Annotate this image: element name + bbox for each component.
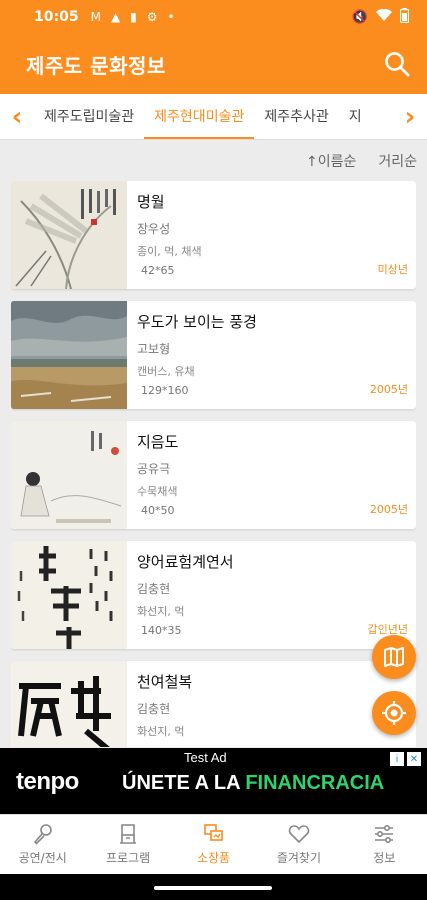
artwork-year: 2005년 xyxy=(369,383,408,396)
tab-partial[interactable]: 지 xyxy=(339,94,372,139)
nav-label: 공연/전시 xyxy=(18,851,67,865)
sort-by-distance-button[interactable]: 거리순 xyxy=(378,151,417,171)
heart-icon xyxy=(288,825,310,844)
system-navigation-bar xyxy=(0,874,427,900)
artwork-thumbnail xyxy=(11,181,127,289)
mute-icon: 🔇 xyxy=(351,9,368,25)
ad-headline: ÚNETE A LA FINANCRACIA xyxy=(122,772,384,795)
artwork-list: 명월 장우성 종이, 먹, 채색 42*65 미상년 우도가 보이는 풍경 고보… xyxy=(11,181,416,747)
artwork-material: 캔버스, 유채 xyxy=(137,365,195,378)
museum-tabs: ‹ 제주도립미술관 제주현대미술관 제주추사관 지 › xyxy=(0,94,427,140)
ad-banner[interactable]: Test Ad i ✕ tenpo ÚNETE A LA FINANCRACIA xyxy=(0,748,427,814)
artwork-thumbnail xyxy=(11,301,127,409)
artwork-info: 지음도 공유극 수묵채색 40*50 2005년 xyxy=(127,421,416,529)
artwork-size: 140*35 xyxy=(141,624,182,637)
artwork-card[interactable]: 양어료험계연서 김충현 화선지, 먹 140*35 갑인년년 xyxy=(11,541,416,649)
artwork-artist: 공유극 xyxy=(137,462,171,476)
artwork-material: 종이, 먹, 채색 xyxy=(137,245,202,258)
nav-label: 정보 xyxy=(373,851,396,865)
tab-jeju-museum-of-art[interactable]: 제주도립미술관 xyxy=(34,94,144,139)
my-location-button[interactable] xyxy=(372,691,416,735)
artwork-artist: 김충현 xyxy=(137,702,171,716)
artwork-info: 명월 장우성 종이, 먹, 채색 42*65 미상년 xyxy=(127,181,416,289)
artwork-artist: 고보형 xyxy=(137,342,171,356)
app-title: 제주도 문화정보 xyxy=(26,53,166,78)
artwork-thumbnail xyxy=(11,661,127,747)
map-icon xyxy=(384,647,404,667)
artwork-card[interactable]: 명월 장우성 종이, 먹, 채색 42*65 미상년 xyxy=(11,181,416,289)
chevron-left-icon[interactable]: ‹ xyxy=(0,94,34,139)
artwork-thumbnail xyxy=(11,421,127,529)
artwork-info: 우도가 보이는 풍경 고보형 캔버스, 유채 129*160 2005년 xyxy=(127,301,416,409)
microphone-icon xyxy=(33,824,52,845)
nav-collection[interactable]: 소장품 xyxy=(171,815,256,874)
artwork-name: 지음도 xyxy=(137,433,179,451)
artwork-material: 화선지, 먹 xyxy=(137,725,185,738)
artwork-artist: 김충현 xyxy=(137,582,171,596)
artwork-card[interactable]: 지음도 공유극 수묵채색 40*50 2005년 xyxy=(11,421,416,529)
sort-bar: ↑이름순 거리순 xyxy=(0,140,427,182)
status-bar: 10:05 M ▲ ▮ ⚙ • 🔇 xyxy=(0,0,427,34)
person-icon: ▲ xyxy=(110,10,121,24)
battery-icon xyxy=(399,7,410,27)
nav-performance-exhibition[interactable]: 공연/전시 xyxy=(0,815,85,874)
artwork-name: 양어료험계연서 xyxy=(137,553,234,571)
map-button[interactable] xyxy=(372,635,416,679)
adchoices-icon[interactable]: i ✕ xyxy=(390,752,421,766)
artwork-size: 40*50 xyxy=(141,504,175,517)
artwork-name: 명월 xyxy=(137,193,165,211)
ad-brand-logo: tenpo xyxy=(16,768,79,795)
artwork-year: 미상년 xyxy=(377,263,408,276)
wifi-icon xyxy=(376,8,392,26)
artwork-name: 천여철복 xyxy=(137,673,193,691)
nav-info[interactable]: 정보 xyxy=(342,815,427,874)
tab-jeju-museum-of-contemporary-art[interactable]: 제주현대미술관 xyxy=(144,94,255,139)
nav-favorites[interactable]: 즐겨찾기 xyxy=(256,815,341,874)
ad-headline-highlight: FINANCRACIA xyxy=(245,772,385,794)
nav-label: 즐겨찾기 xyxy=(276,851,321,865)
artwork-size: 129*160 xyxy=(141,384,189,397)
artwork-info: 양어료험계연서 김충현 화선지, 먹 140*35 갑인년년 xyxy=(127,541,416,649)
artwork-thumbnail xyxy=(11,541,127,649)
nav-label: 프로그램 xyxy=(106,851,151,865)
gmail-icon: M xyxy=(90,10,101,24)
artwork-card[interactable]: 천여철복 김충현 화선지, 먹 xyxy=(11,661,416,747)
status-time: 10:05 xyxy=(34,9,79,25)
chevron-right-icon[interactable]: › xyxy=(393,94,427,139)
dot-icon: • xyxy=(167,10,175,24)
artwork-name: 우도가 보이는 풍경 xyxy=(137,313,257,331)
sort-by-name-button[interactable]: ↑이름순 xyxy=(306,151,356,171)
ad-label: Test Ad xyxy=(184,750,227,765)
artwork-artist: 장우성 xyxy=(137,222,171,236)
bottom-navigation: 공연/전시 프로그램 소장품 즐겨찾기 정보 xyxy=(0,814,427,874)
artwork-year: 2005년 xyxy=(369,503,408,516)
status-left-icons: M ▲ ▮ ⚙ • xyxy=(91,10,175,24)
collection-icon xyxy=(203,824,223,841)
tab-strip: 제주도립미술관 제주현대미술관 제주추사관 지 xyxy=(34,94,393,139)
artwork-card[interactable]: 우도가 보이는 풍경 고보형 캔버스, 유채 129*160 2005년 xyxy=(11,301,416,409)
search-icon[interactable] xyxy=(381,48,413,80)
ad-headline-prefix: ÚNETE A LA xyxy=(122,772,246,794)
sliders-icon xyxy=(375,824,394,844)
crosshair-icon xyxy=(382,701,406,725)
gear-icon: ⚙ xyxy=(146,10,158,24)
artwork-material: 화선지, 먹 xyxy=(137,605,185,618)
tab-chusa-memorial-hall[interactable]: 제주추사관 xyxy=(254,94,338,139)
clipboard-icon: ▮ xyxy=(130,10,137,24)
artwork-material: 수묵채색 xyxy=(137,485,178,498)
artwork-size: 42*65 xyxy=(141,264,175,277)
program-icon xyxy=(120,824,137,844)
status-right-icons: 🔇 xyxy=(351,7,410,27)
nav-program[interactable]: 프로그램 xyxy=(85,815,170,874)
app-bar: 제주도 문화정보 xyxy=(0,34,427,94)
nav-label: 소장품 xyxy=(196,851,231,865)
artwork-year: 갑인년년 xyxy=(367,623,408,636)
home-gesture-pill[interactable] xyxy=(154,886,272,890)
